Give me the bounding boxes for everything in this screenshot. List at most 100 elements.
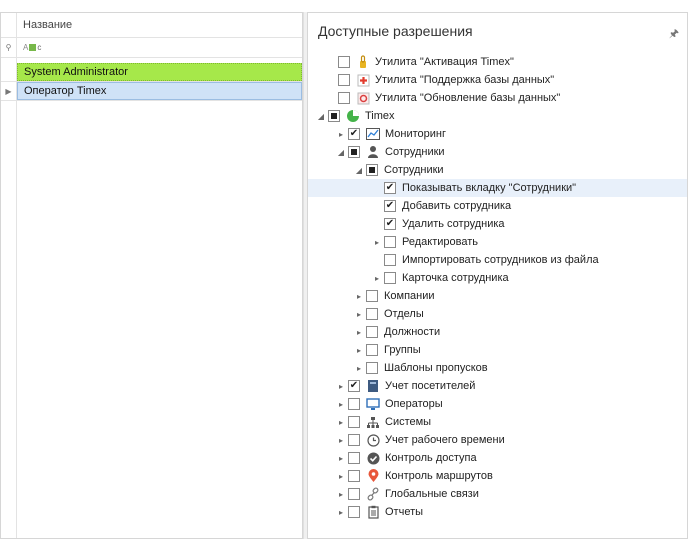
tree-node[interactable]: ◢ Сотрудники — [308, 143, 687, 161]
tree-node-label: Контроль доступа — [385, 452, 477, 464]
permission-checkbox[interactable] — [366, 344, 378, 356]
tree-node[interactable]: Импортировать сотрудников из файла — [308, 251, 687, 269]
users-grid: Название ⚲ Ac System Administrator ▶ Опе… — [0, 12, 303, 539]
tree-node[interactable]: Удалить сотрудника — [308, 215, 687, 233]
row-cell-name[interactable]: System Administrator — [17, 63, 302, 81]
tree-node[interactable]: Показывать вкладку "Сотрудники" — [308, 179, 687, 197]
collapse-arrow-icon[interactable]: ◢ — [354, 161, 364, 179]
collapse-arrow-icon[interactable]: ◢ — [316, 107, 326, 125]
permission-checkbox[interactable] — [348, 380, 360, 392]
permission-checkbox[interactable] — [348, 398, 360, 410]
permission-checkbox[interactable] — [366, 290, 378, 302]
permission-checkbox[interactable] — [348, 452, 360, 464]
permission-checkbox[interactable] — [384, 200, 396, 212]
permission-checkbox[interactable] — [338, 92, 350, 104]
tree-node-label: Системы — [385, 416, 432, 428]
expand-arrow-icon[interactable]: ▸ — [336, 467, 346, 485]
panel-title: Доступные разрешения — [318, 23, 473, 39]
filter-row[interactable]: ⚲ Ac — [1, 38, 302, 58]
expand-arrow-icon[interactable]: ▸ — [336, 377, 346, 395]
expand-arrow-icon[interactable]: ▸ — [336, 431, 346, 449]
permission-checkbox[interactable] — [348, 416, 360, 428]
tree-node-label: Мониторинг — [385, 128, 447, 140]
permission-checkbox[interactable] — [348, 128, 360, 140]
tree-node-label: Утилита "Поддержка базы данных" — [375, 74, 555, 86]
permission-checkbox[interactable] — [384, 254, 396, 266]
tree-node[interactable]: ▸ Мониторинг — [308, 125, 687, 143]
tree-node[interactable]: ▸ Группы — [308, 341, 687, 359]
permission-checkbox[interactable] — [348, 434, 360, 446]
column-header-name[interactable]: Название — [17, 13, 302, 37]
tree-node[interactable]: ▸ Контроль маршрутов — [308, 467, 687, 485]
key-icon — [356, 55, 370, 69]
tree-node[interactable]: Утилита "Обновление базы данных" — [308, 89, 687, 107]
permission-checkbox[interactable] — [348, 470, 360, 482]
tree-node[interactable]: ▸ Карточка сотрудника — [308, 269, 687, 287]
expand-arrow-icon[interactable]: ▸ — [336, 485, 346, 503]
tree-node-label: Утилита "Активация Timex" — [375, 56, 514, 68]
tree-node[interactable]: ▸ Системы — [308, 413, 687, 431]
expand-arrow-icon[interactable]: ▸ — [336, 413, 346, 431]
expand-arrow-icon[interactable]: ▸ — [354, 323, 364, 341]
tree-node[interactable]: ▸ Отчеты — [308, 503, 687, 521]
permission-checkbox[interactable] — [348, 146, 360, 158]
row-cell-name[interactable]: Оператор Timex — [17, 82, 302, 100]
table-row[interactable]: System Administrator — [1, 63, 302, 82]
tree-node[interactable]: ▸ Учет рабочего времени — [308, 431, 687, 449]
tree-node[interactable]: ▸ Шаблоны пропусков — [308, 359, 687, 377]
filter-condition-icon[interactable]: Ac — [23, 43, 41, 52]
tree-node-label: Добавить сотрудника — [402, 200, 512, 212]
permission-checkbox[interactable] — [384, 272, 396, 284]
database-update-icon — [356, 91, 370, 105]
tree-node[interactable]: ▸ Учет посетителей — [308, 377, 687, 395]
tree-node[interactable]: ▸ Отделы — [308, 305, 687, 323]
tree-node[interactable]: ◢ Сотрудники — [308, 161, 687, 179]
tree-node[interactable]: ▸ Должности — [308, 323, 687, 341]
tree-node[interactable]: ◢ Timex — [308, 107, 687, 125]
permission-checkbox[interactable] — [366, 308, 378, 320]
tree-node-label: Компании — [384, 290, 435, 302]
tree-node-label: Показывать вкладку "Сотрудники" — [402, 182, 577, 194]
permission-checkbox[interactable] — [328, 110, 340, 122]
expand-arrow-icon[interactable]: ▸ — [354, 287, 364, 305]
tree-node[interactable]: ▸ Редактировать — [308, 233, 687, 251]
expand-arrow-icon[interactable]: ▸ — [336, 395, 346, 413]
permission-checkbox[interactable] — [338, 56, 350, 68]
expand-arrow-icon[interactable]: ▸ — [336, 503, 346, 521]
permission-checkbox[interactable] — [384, 182, 396, 194]
expand-arrow-icon[interactable]: ▸ — [336, 125, 346, 143]
link-icon — [366, 487, 380, 501]
filter-cell[interactable]: Ac — [17, 38, 302, 57]
permission-checkbox[interactable] — [348, 488, 360, 500]
filter-text: c — [37, 43, 42, 52]
expand-arrow-icon[interactable]: ▸ — [354, 341, 364, 359]
expand-arrow-icon[interactable]: ▸ — [354, 305, 364, 323]
tree-node-label: Сотрудники — [385, 146, 445, 158]
permission-checkbox[interactable] — [384, 218, 396, 230]
tree-node-label: Импортировать сотрудников из файла — [402, 254, 599, 266]
permission-checkbox[interactable] — [366, 326, 378, 338]
pin-icon[interactable]: 🖈 — [669, 25, 679, 44]
expand-arrow-icon[interactable]: ▸ — [372, 233, 382, 251]
tree-node[interactable]: ▸ Операторы — [308, 395, 687, 413]
tree-node-label: Отделы — [384, 308, 424, 320]
tree-node[interactable]: Утилита "Активация Timex" — [308, 53, 687, 71]
tree-node[interactable]: ▸ Глобальные связи — [308, 485, 687, 503]
collapse-arrow-icon[interactable]: ◢ — [336, 143, 346, 161]
permission-checkbox[interactable] — [384, 236, 396, 248]
tree-node[interactable]: Добавить сотрудника — [308, 197, 687, 215]
permission-checkbox[interactable] — [366, 164, 378, 176]
permission-checkbox[interactable] — [366, 362, 378, 374]
database-support-icon — [356, 73, 370, 87]
grid-header[interactable]: Название — [1, 13, 302, 38]
permission-checkbox[interactable] — [348, 506, 360, 518]
tree-node[interactable]: ▸ Контроль доступа — [308, 449, 687, 467]
tree-node[interactable]: Утилита "Поддержка базы данных" — [308, 71, 687, 89]
expand-arrow-icon[interactable]: ▸ — [372, 269, 382, 287]
timex-logo-icon — [346, 109, 360, 123]
permission-checkbox[interactable] — [338, 74, 350, 86]
expand-arrow-icon[interactable]: ▸ — [336, 449, 346, 467]
table-row[interactable]: ▶ Оператор Timex — [1, 82, 302, 101]
tree-node[interactable]: ▸ Компании — [308, 287, 687, 305]
expand-arrow-icon[interactable]: ▸ — [354, 359, 364, 377]
